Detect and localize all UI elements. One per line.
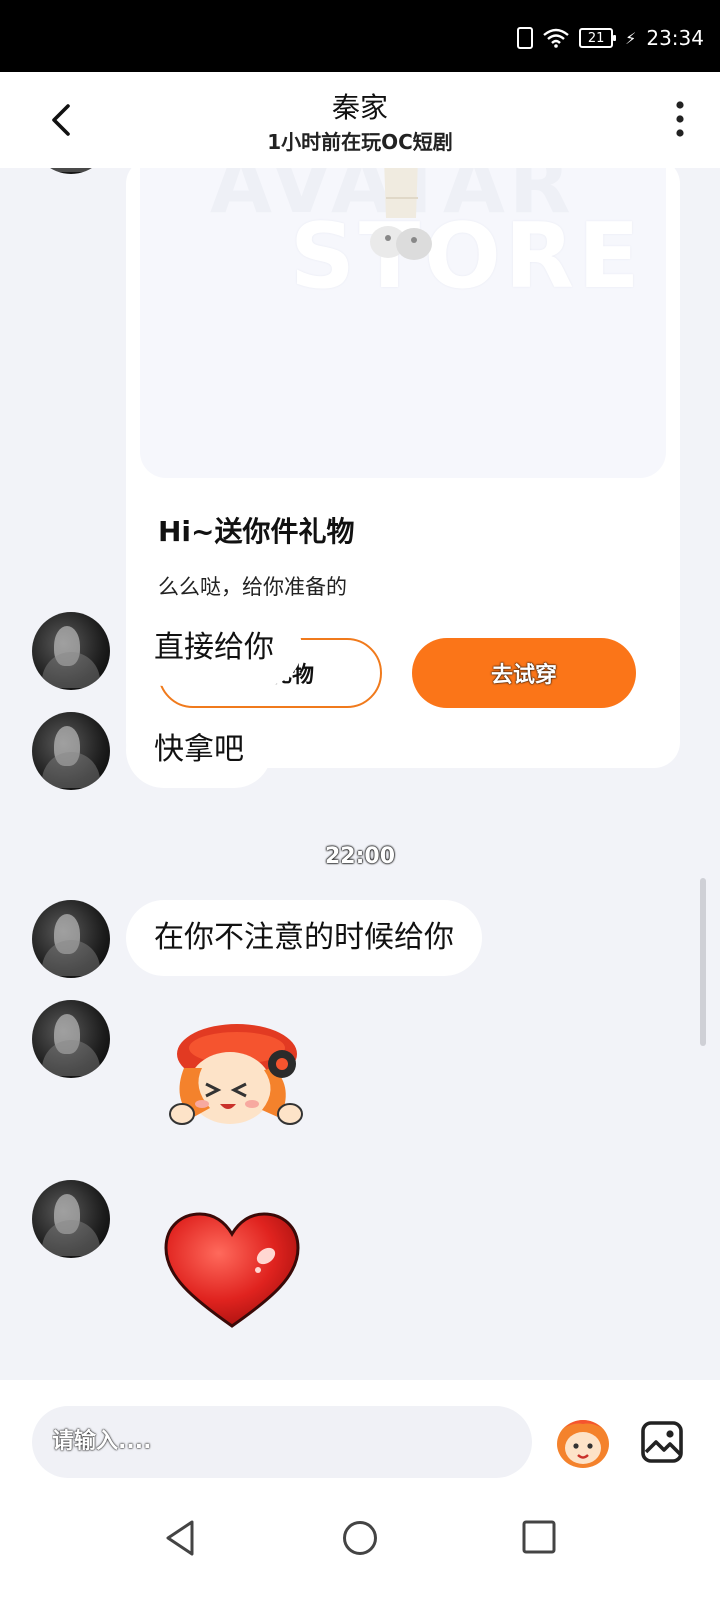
heart-sticker[interactable] [162, 1210, 302, 1330]
input-bar [0, 1380, 720, 1600]
status-bar: 21 ⚡ 23:34 [0, 0, 720, 72]
chat-header: 秦家 1小时前在玩OC短剧 [0, 72, 720, 168]
gift-title: Hi~送你件礼物 [158, 515, 355, 548]
message-input[interactable] [32, 1406, 532, 1478]
charging-icon: ⚡ [625, 28, 637, 48]
chat-scrollbar[interactable] [700, 878, 706, 1046]
nav-recent-apps-icon[interactable] [522, 1520, 556, 1554]
status-icons: 21 ⚡ 23:34 [517, 26, 704, 50]
wifi-icon [543, 28, 569, 48]
avatar[interactable] [32, 612, 110, 690]
store-watermark: STORE [290, 204, 644, 309]
avatar[interactable] [32, 1180, 110, 1258]
vibrate-icon [517, 27, 534, 49]
gift-item-figure [370, 168, 432, 260]
avatar[interactable] [32, 712, 110, 790]
avatar[interactable] [32, 1000, 110, 1078]
sticker-icon[interactable] [552, 1414, 614, 1472]
avatar[interactable] [32, 168, 110, 174]
message-bubble[interactable]: 直接给你 [126, 610, 302, 686]
contact-status: 1小时前在玩OC短剧 [267, 130, 453, 154]
message-bubble[interactable]: 在你不注意的时候给你 [126, 900, 482, 976]
system-nav-bar [0, 1490, 720, 1600]
message-bubble[interactable]: 快拿吧 [126, 712, 272, 788]
nav-home-icon[interactable] [342, 1520, 378, 1556]
battery-level: 21 [587, 30, 605, 46]
more-options-icon[interactable] [672, 100, 688, 140]
image-icon[interactable] [640, 1420, 684, 1464]
try-on-button[interactable]: 去试穿 [412, 638, 636, 708]
gift-description: 么么哒，给你准备的 [158, 575, 347, 599]
avatar[interactable] [32, 900, 110, 978]
gift-image: AVATAR STORE [140, 168, 666, 478]
battery-icon: 21 [579, 28, 617, 48]
nav-back-icon[interactable] [162, 1518, 198, 1558]
message-list[interactable]: AVATAR STORE Hi~送你件礼物 么么哒，给你准备的 回赠礼物 去试穿… [0, 168, 720, 1380]
status-time: 23:34 [646, 26, 704, 50]
message-timestamp: 22:00 [324, 844, 396, 869]
character-sticker[interactable] [162, 1018, 312, 1138]
contact-name: 秦家 [331, 91, 388, 124]
